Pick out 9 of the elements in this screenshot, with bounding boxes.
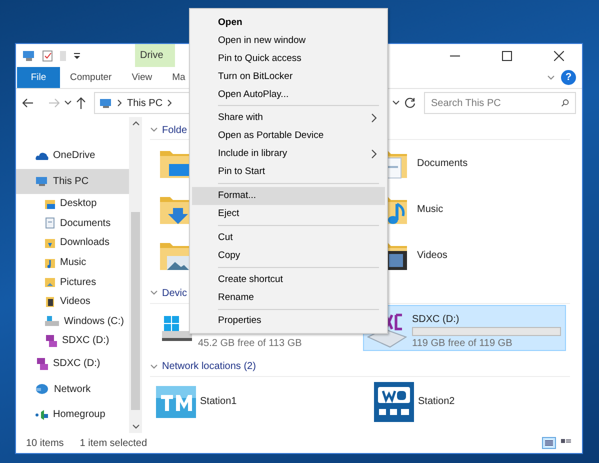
item-count: 10 items xyxy=(26,438,64,448)
drive-name: SDXC (D:) xyxy=(412,314,460,325)
free-space-text: 119 GB free of 119 GB xyxy=(412,338,514,349)
section-heading: Devic xyxy=(162,288,188,299)
section-heading: Folde xyxy=(162,124,188,136)
context-tab-header: Drive xyxy=(135,44,175,67)
section-heading: Network locations (2) xyxy=(162,361,256,372)
selection-count: 1 item selected xyxy=(80,438,148,448)
free-space-text: 45.2 GB free of 113 GB xyxy=(198,338,303,349)
